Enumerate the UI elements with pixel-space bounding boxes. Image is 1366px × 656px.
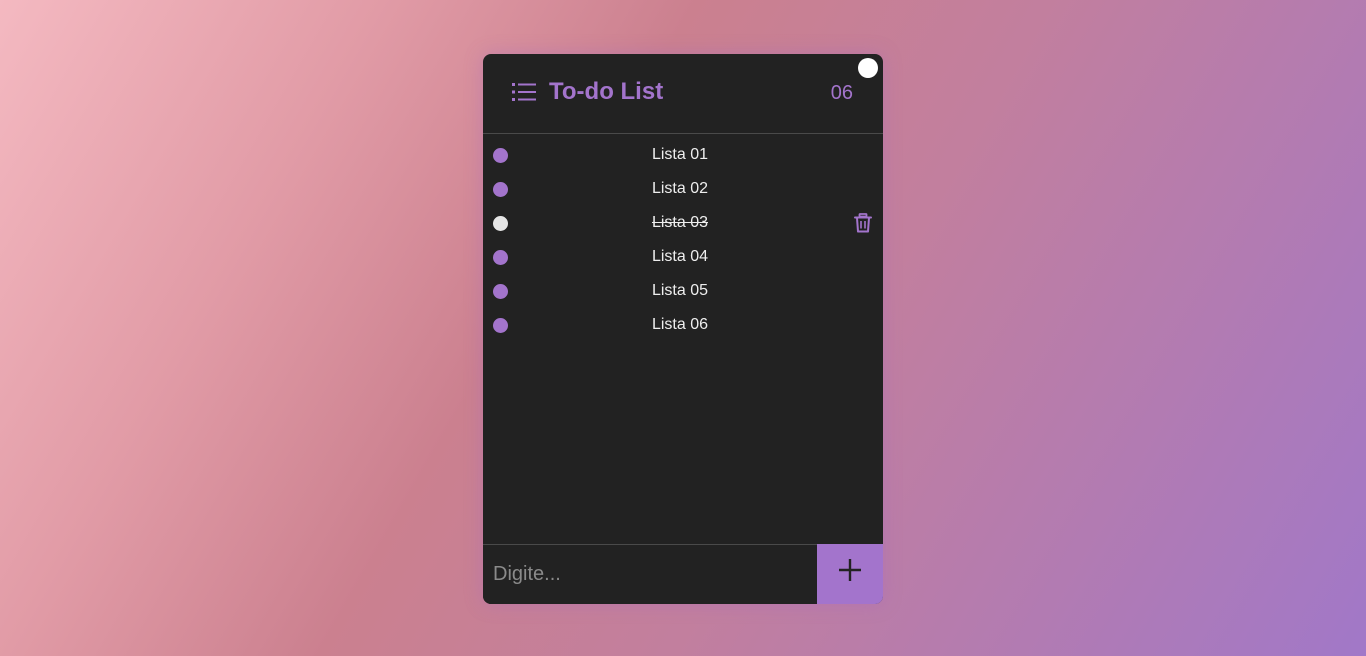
task-label: Lista 05: [651, 282, 709, 299]
list-item[interactable]: Lista 02: [483, 172, 883, 206]
list-item[interactable]: Lista 04: [483, 240, 883, 274]
trash-icon[interactable]: [853, 213, 873, 233]
todo-card: To-do List 06 Lista 01 Lista 02 Lista 03…: [483, 54, 883, 604]
list-item[interactable]: Lista 03: [483, 206, 883, 240]
list-item[interactable]: Lista 05: [483, 274, 883, 308]
list-item[interactable]: Lista 01: [483, 138, 883, 172]
task-label: Lista 03: [651, 214, 709, 231]
task-input-bar: [483, 544, 883, 604]
list-icon: [512, 83, 536, 101]
plus-icon: [839, 559, 861, 581]
task-input[interactable]: [483, 545, 817, 604]
task-label: Lista 06: [651, 316, 709, 333]
add-task-button[interactable]: [817, 544, 883, 604]
task-count: 06: [830, 82, 853, 104]
page-title: To-do List: [549, 78, 664, 105]
task-list: Lista 01 Lista 02 Lista 03 Lista 04 List…: [483, 138, 883, 342]
task-label: Lista 02: [651, 180, 709, 197]
task-label: Lista 04: [651, 248, 709, 265]
card-header: To-do List 06: [483, 54, 883, 134]
list-item[interactable]: Lista 06: [483, 308, 883, 342]
task-label: Lista 01: [651, 146, 709, 163]
